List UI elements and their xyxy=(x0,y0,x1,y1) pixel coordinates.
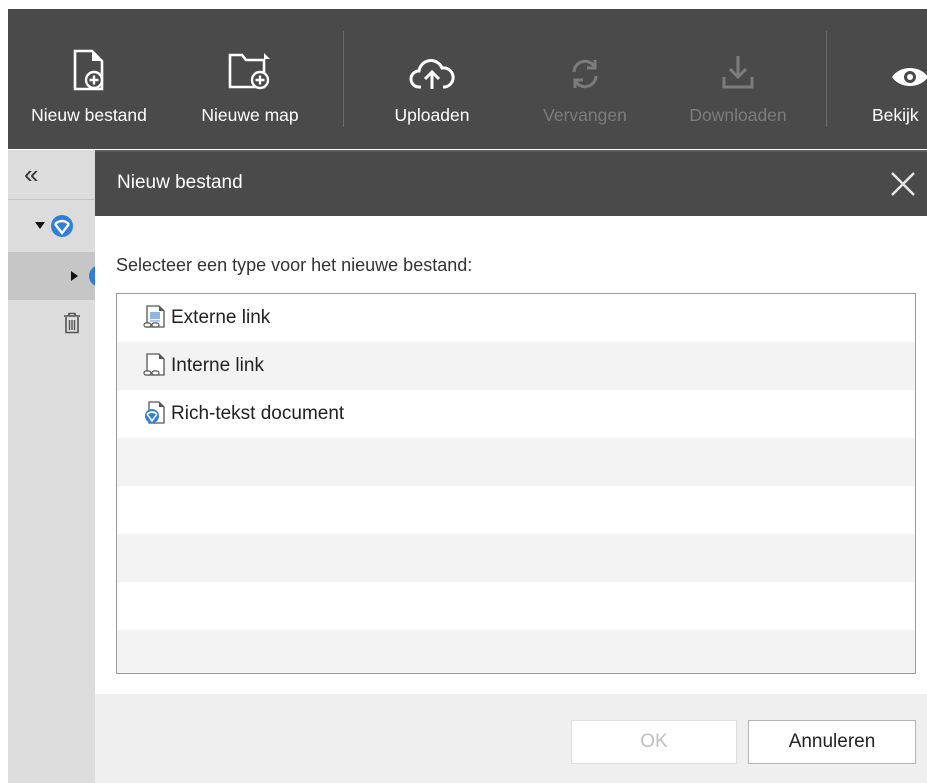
view-label: Bekijk xyxy=(872,105,919,125)
navigation-pane: « xyxy=(8,150,111,783)
tree-node-child[interactable] xyxy=(8,252,111,300)
dialog-prompt: Selecteer een type voor het nieuwe besta… xyxy=(116,255,473,275)
list-item-rich-text-document[interactable]: Rich-tekst document xyxy=(117,390,915,438)
dialog-title: Nieuw bestand xyxy=(117,172,243,193)
view-button[interactable]: Bekijk xyxy=(864,9,927,149)
tree-node-root[interactable] xyxy=(8,202,95,250)
toolbar-divider xyxy=(826,31,827,127)
new-file-button[interactable]: Nieuw bestand xyxy=(10,9,168,149)
list-item-empty xyxy=(117,486,915,534)
double-chevron-left-icon: « xyxy=(24,159,39,189)
list-item-label: Interne link xyxy=(171,355,264,376)
new-file-dialog: Nieuw bestand Selecteer een type voor he… xyxy=(95,150,927,783)
replace-button[interactable]: Vervangen xyxy=(520,9,650,149)
replace-icon xyxy=(568,39,602,91)
cancel-button[interactable]: Annuleren xyxy=(748,720,916,764)
upload-cloud-icon xyxy=(409,39,455,91)
eye-icon xyxy=(864,39,927,91)
new-file-icon xyxy=(72,39,106,91)
download-icon xyxy=(721,39,755,91)
new-folder-label: Nieuwe map xyxy=(201,105,299,125)
list-item-empty xyxy=(117,534,915,582)
list-item-empty xyxy=(117,630,915,673)
new-file-label: Nieuw bestand xyxy=(31,105,147,125)
caret-right-icon[interactable] xyxy=(71,271,78,281)
internal-link-doc-icon xyxy=(143,353,165,376)
list-item-internal-link[interactable]: Interne link xyxy=(117,342,915,390)
list-item-empty xyxy=(117,582,915,630)
list-item-label: Externe link xyxy=(171,307,271,328)
dialog-footer: OK Annuleren xyxy=(95,694,927,783)
upload-label: Uploaden xyxy=(394,105,470,125)
rich-text-doc-icon xyxy=(145,401,165,424)
toolbar-divider xyxy=(343,31,344,127)
dialog-body: Selecteer een type voor het nieuwe besta… xyxy=(95,216,927,694)
collapse-pane-button[interactable]: « xyxy=(8,150,95,200)
external-link-doc-icon xyxy=(143,305,165,328)
upload-button[interactable]: Uploaden xyxy=(374,9,490,149)
caret-down-icon[interactable] xyxy=(35,222,45,230)
list-item-empty xyxy=(117,438,915,486)
new-folder-icon xyxy=(228,39,272,91)
replace-label: Vervangen xyxy=(543,105,627,125)
trash-icon[interactable] xyxy=(63,312,81,334)
download-label: Downloaden xyxy=(689,105,787,125)
close-icon[interactable] xyxy=(889,170,917,198)
file-type-list: Externe link Interne link Rich-tekst doc… xyxy=(116,293,916,674)
ok-button[interactable]: OK xyxy=(571,720,737,764)
site-globe-icon xyxy=(51,215,73,237)
dialog-header: Nieuw bestand xyxy=(95,150,927,216)
list-item-label: Rich-tekst document xyxy=(171,403,345,424)
toolbar: Nieuw bestand Nieuwe map Uploaden Vervan… xyxy=(8,9,927,149)
download-button[interactable]: Downloaden xyxy=(668,9,808,149)
new-folder-button[interactable]: Nieuwe map xyxy=(186,9,314,149)
list-item-external-link[interactable]: Externe link xyxy=(117,294,915,342)
